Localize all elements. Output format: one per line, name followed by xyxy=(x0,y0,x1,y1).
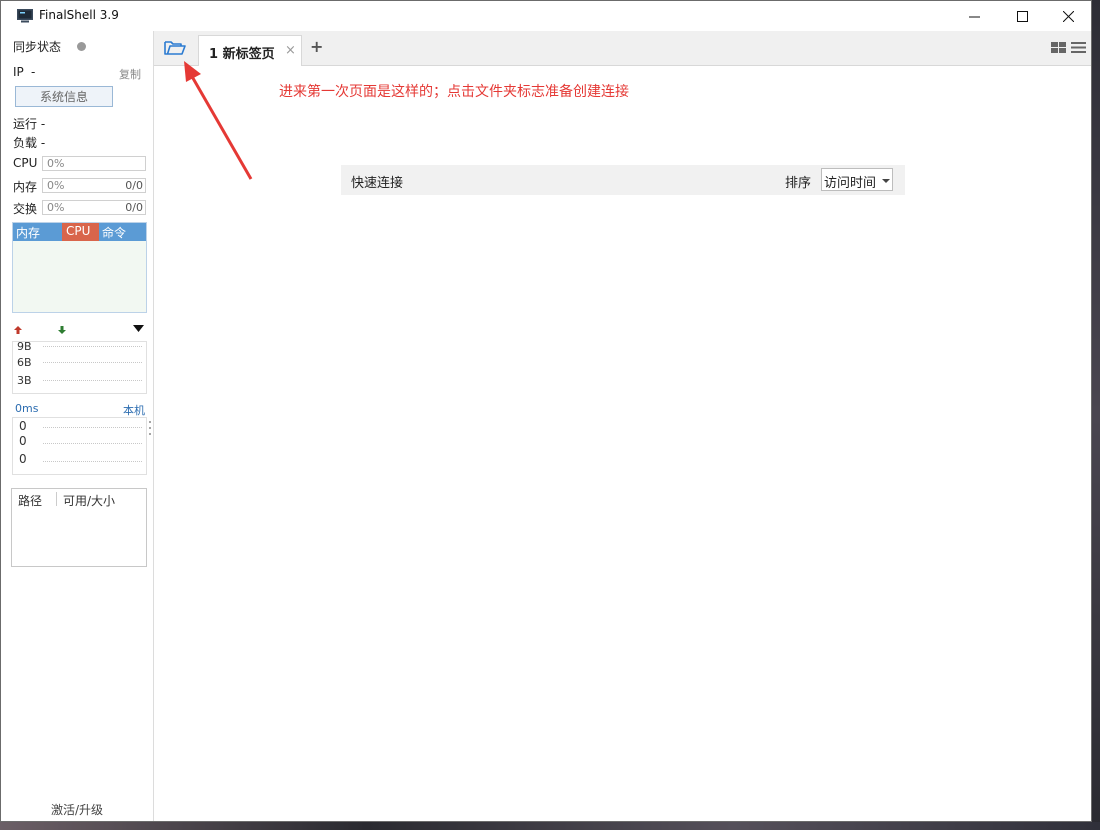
grid-view-icon[interactable] xyxy=(1051,42,1066,53)
open-folder-icon[interactable] xyxy=(162,37,188,59)
ping-value: 0 xyxy=(19,452,27,466)
uptime-label: 运行 - xyxy=(13,117,46,131)
swap-percent: 0% xyxy=(47,201,65,214)
network-dropdown-icon[interactable] xyxy=(133,325,144,333)
main-area: 1 新标签页 × + 进来第一次页面是这样的；点击文件夹标志准备创建连接 快速连… xyxy=(154,31,1091,821)
minimize-icon xyxy=(968,16,980,17)
cpu-percent: 0% xyxy=(47,157,65,170)
net-level-3b: 3B xyxy=(17,374,32,387)
tab-new[interactable]: 1 新标签页 × xyxy=(198,35,302,66)
tab-close-icon[interactable]: × xyxy=(285,43,296,58)
close-button[interactable] xyxy=(1045,1,1091,31)
maximize-button[interactable] xyxy=(999,1,1045,31)
annotation-arrow xyxy=(184,61,253,180)
memory-percent: 0% xyxy=(47,179,65,192)
process-tab-command[interactable]: 命令 xyxy=(102,224,126,241)
net-level-9b: 9B xyxy=(17,340,32,353)
net-gridline xyxy=(43,362,142,363)
app-icon xyxy=(17,9,33,23)
window-title: FinalShell 3.9 xyxy=(39,8,119,22)
ping-gridline xyxy=(43,427,142,428)
sync-status-label: 同步状态 xyxy=(13,40,62,54)
ping-latency: 0ms xyxy=(15,402,39,415)
swap-count: 0/0 xyxy=(125,201,143,214)
close-icon xyxy=(1062,10,1074,22)
net-gridline xyxy=(43,346,142,347)
process-tab-cpu[interactable]: CPU xyxy=(66,224,90,238)
memory-meter: 0% 0/0 xyxy=(42,178,146,193)
upload-arrow-icon xyxy=(14,326,22,334)
copy-ip-button[interactable]: 复制 xyxy=(119,66,141,82)
net-level-6b: 6B xyxy=(17,356,32,369)
disk-header-divider xyxy=(56,492,57,506)
memory-label: 内存 xyxy=(13,180,38,194)
ping-value: 0 xyxy=(19,419,27,433)
process-panel: 内存 CPU 命令 xyxy=(12,222,147,313)
ping-value: 0 xyxy=(19,434,27,448)
sync-status-dot xyxy=(77,42,86,51)
annotation-text: 进来第一次页面是这样的；点击文件夹标志准备创建连接 xyxy=(279,84,629,100)
menu-icon[interactable] xyxy=(1071,42,1086,53)
cpu-label: CPU xyxy=(13,156,38,170)
minimize-button[interactable] xyxy=(951,1,997,31)
add-tab-icon[interactable]: + xyxy=(310,37,323,56)
desktop-backdrop xyxy=(1092,0,1100,830)
chevron-down-icon xyxy=(882,179,890,183)
ip-label: IP xyxy=(13,65,24,79)
swap-meter: 0% 0/0 xyxy=(42,200,146,215)
download-arrow-icon xyxy=(58,326,66,334)
desktop-backdrop-bottom xyxy=(0,822,1100,830)
ping-chart: 0 0 0 xyxy=(12,417,147,475)
tab-bar: 1 新标签页 × + xyxy=(154,31,1091,66)
activate-upgrade-link[interactable]: 激活/升级 xyxy=(1,801,153,818)
quick-connect-bar: 快速连接 排序 访问时间 xyxy=(341,165,905,195)
title-bar[interactable]: FinalShell 3.9 xyxy=(1,1,1091,31)
quick-connect-title: 快速连接 xyxy=(351,176,404,191)
disk-header-path[interactable]: 路径 xyxy=(18,492,42,509)
process-tab-memory[interactable]: 内存 xyxy=(16,224,40,241)
process-header: 内存 CPU 命令 xyxy=(13,223,146,241)
ping-gridline xyxy=(43,461,142,462)
load-label: 负载 - xyxy=(13,136,46,150)
ip-value: - xyxy=(31,65,36,79)
disk-panel: 路径 可用/大小 xyxy=(11,488,147,567)
ping-host[interactable]: 本机 xyxy=(123,402,145,418)
system-info-button[interactable]: 系统信息 xyxy=(15,86,113,107)
sort-select-value: 访问时间 xyxy=(824,176,877,191)
maximize-icon xyxy=(1016,10,1028,22)
tab-label: 1 新标签页 xyxy=(209,47,275,62)
sidebar: 同步状态 IP - 复制 系统信息 运行 - 负载 - CPU 0% 内存 0%… xyxy=(1,31,154,821)
resize-handle-icon[interactable] xyxy=(148,419,152,439)
ping-gridline xyxy=(43,443,142,444)
net-gridline xyxy=(43,380,142,381)
app-window: FinalShell 3.9 同步状态 IP - 复制 系统信息 运行 - 负载… xyxy=(0,0,1092,822)
disk-header-size[interactable]: 可用/大小 xyxy=(63,492,115,509)
layout-icons xyxy=(1051,42,1086,53)
sort-label: 排序 xyxy=(785,176,812,191)
cpu-meter: 0% xyxy=(42,156,146,171)
sort-select[interactable]: 访问时间 xyxy=(821,168,893,191)
network-chart: 9B 6B 3B xyxy=(12,340,147,394)
memory-count: 0/0 xyxy=(125,179,143,192)
swap-label: 交换 xyxy=(13,202,38,216)
